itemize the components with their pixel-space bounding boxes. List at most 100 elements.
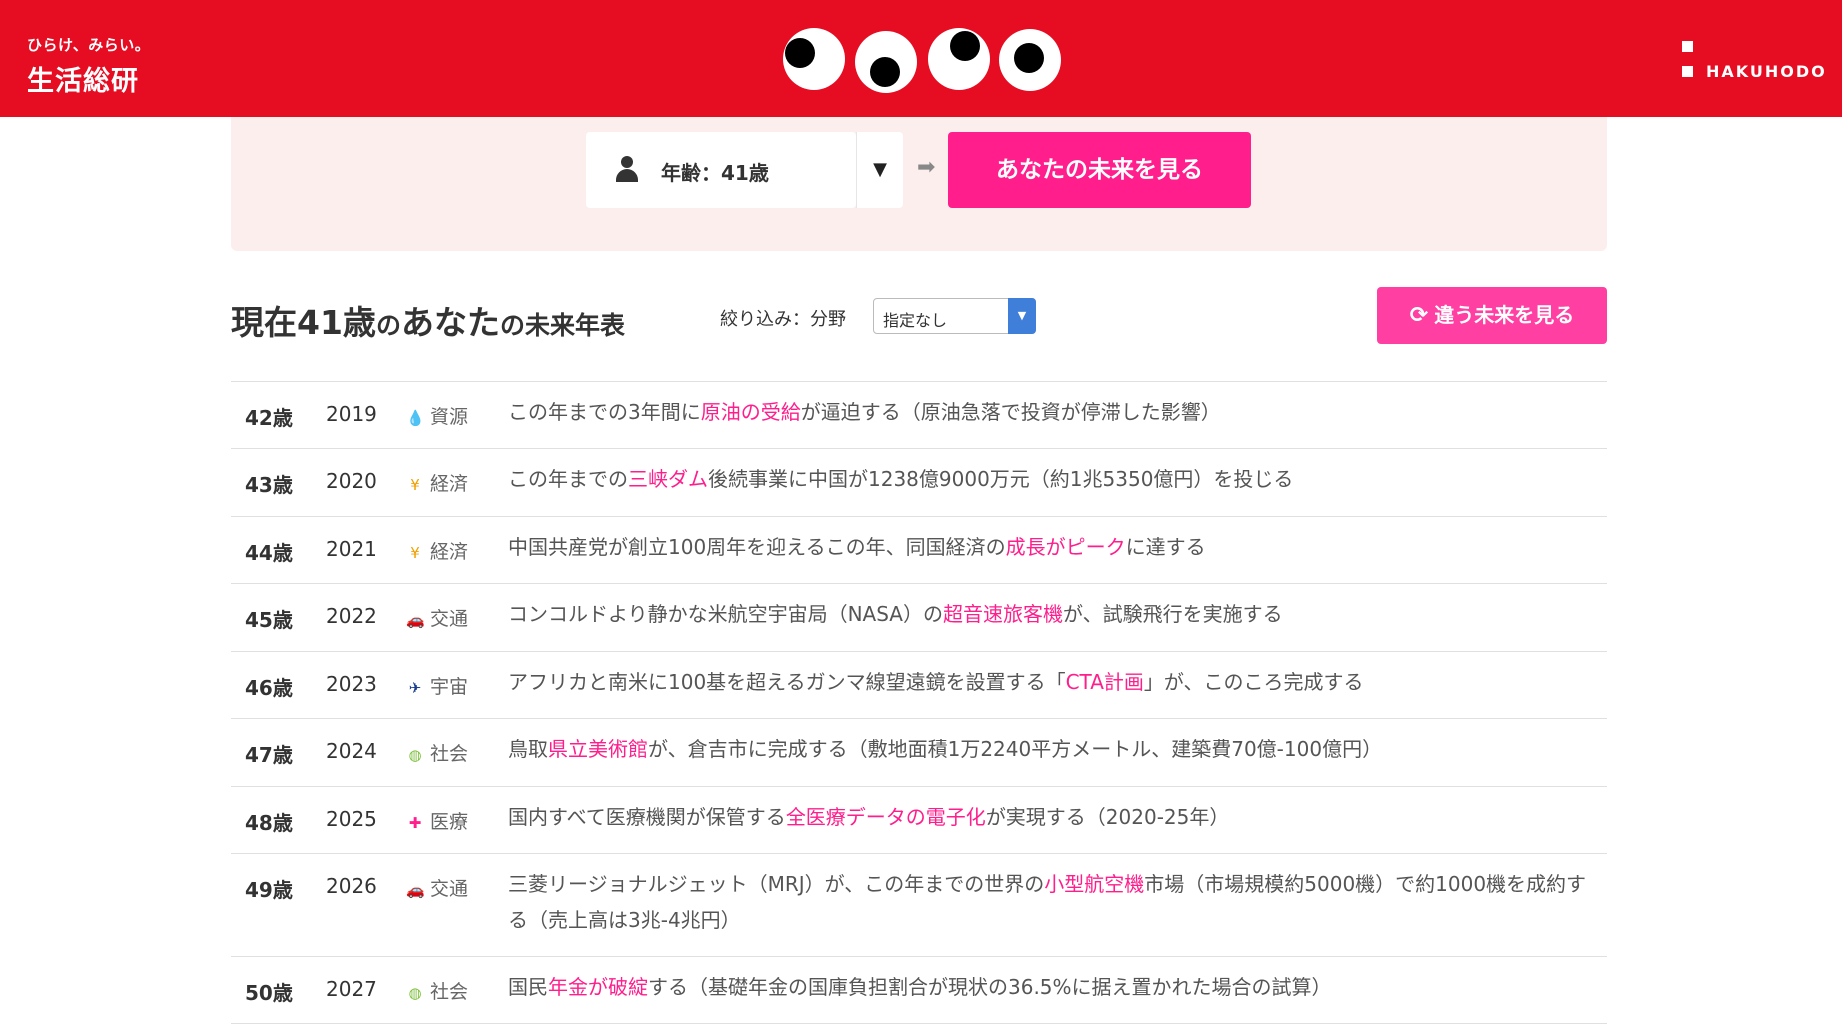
row-description: 中国共産党が創立100周年を迎えるこの年、同国経済の成長がピークに達する bbox=[508, 529, 1603, 565]
table-row: 47歳 2024 ◍ 社会 鳥取県立美術館が、倉吉市に完成する（敷地面積1万2240平方… bbox=[231, 719, 1607, 787]
row-text: に達する bbox=[1125, 535, 1206, 559]
row-description: アフリカと南米に100基を超えるガンマ線望遠鏡を設置する「CTA計画」が、このこ… bbox=[508, 664, 1603, 700]
page-title: 現在41歳のあなたの未来年表 bbox=[231, 296, 625, 344]
car-icon: 🚗 bbox=[406, 881, 425, 899]
table-row: 48歳 2025 ✚ 医療 国内すべて医療機関が保管する全医療データの電子化が実現する（… bbox=[231, 787, 1607, 854]
row-highlight-link[interactable]: 年金が破綻 bbox=[548, 975, 648, 999]
company-name: HAKUHODO bbox=[1706, 62, 1827, 81]
age-selector-panel: 年齢：41歳 ▼ ➡ あなたの未来を見る bbox=[231, 117, 1607, 251]
row-text: 」が、このころ完成する bbox=[1143, 670, 1364, 694]
row-age: 49歳 bbox=[245, 878, 293, 902]
table-row: 44歳 2021 ¥ 経済 中国共産党が創立100周年を迎えるこの年、同国経済の成長がピ… bbox=[231, 517, 1607, 584]
alt-button-label: 違う未来を見る bbox=[1434, 303, 1575, 327]
rocket-icon: ✈ bbox=[408, 679, 422, 697]
row-category-label: 経済 bbox=[430, 473, 469, 495]
row-category: 💧 資源 bbox=[406, 402, 468, 429]
row-text: 中国共産党が創立100周年を迎えるこの年、同国経済の bbox=[508, 535, 1006, 559]
eye-icon bbox=[855, 31, 917, 93]
row-category-label: 資源 bbox=[430, 406, 469, 428]
title-suffix: の未来年表 bbox=[499, 311, 625, 340]
row-category-label: 宇宙 bbox=[430, 676, 469, 698]
title-age: 現在41歳 bbox=[231, 303, 376, 342]
row-description: 三菱リージョナルジェット（MRJ）が、この年までの世界の小型航空機市場（市場規模… bbox=[508, 866, 1603, 938]
row-highlight-link[interactable]: 小型航空機 bbox=[1044, 872, 1144, 896]
row-text: アフリカと南米に100基を超えるガンマ線望遠鏡を設置する「 bbox=[508, 670, 1066, 694]
table-row: 46歳 2023 ✈ 宇宙 アフリカと南米に100基を超えるガンマ線望遠鏡を設置する「C… bbox=[231, 652, 1607, 719]
eye-icon bbox=[783, 28, 845, 90]
row-text: する（基礎年金の国庫負担割合が現状の36.5%に据え置かれた場合の試算） bbox=[648, 975, 1332, 999]
row-highlight-link[interactable]: 全医療データの電子化 bbox=[786, 805, 986, 829]
row-year: 2022 bbox=[326, 604, 377, 628]
row-year: 2023 bbox=[326, 672, 377, 696]
eye-icon bbox=[999, 29, 1061, 91]
logo[interactable]: ひらけ、みらい。 生活総研 bbox=[27, 34, 150, 98]
row-category-label: 交通 bbox=[430, 608, 469, 630]
row-category-label: 社会 bbox=[430, 981, 469, 1003]
row-highlight-link[interactable]: 成長がピーク bbox=[1006, 535, 1126, 559]
row-highlight-link[interactable]: 超音速旅客機 bbox=[943, 602, 1063, 626]
hakuhodo-logo[interactable]: HAKUHODO bbox=[1682, 40, 1825, 81]
see-future-button[interactable]: あなたの未来を見る bbox=[948, 132, 1251, 208]
row-text: 三菱リージョナルジェット（MRJ）が、この年までの世界の bbox=[508, 872, 1045, 896]
row-description: この年までの3年間に原油の受給が逼迫する（原油急落で投資が停滞した影響） bbox=[508, 394, 1603, 430]
row-age: 44歳 bbox=[245, 541, 293, 565]
car-icon: 🚗 bbox=[406, 611, 425, 629]
row-category-label: 社会 bbox=[430, 743, 469, 765]
table-row: 49歳 2026 🚗 交通 三菱リージョナルジェット（MRJ）が、この年までの世界の小型… bbox=[231, 854, 1607, 957]
row-age: 50歳 bbox=[245, 981, 293, 1005]
globe-icon: ◍ bbox=[408, 984, 422, 1002]
yen-icon: ¥ bbox=[410, 544, 420, 562]
row-text: この年までの bbox=[508, 467, 628, 491]
age-select[interactable]: 年齢：41歳 bbox=[586, 132, 856, 208]
person-icon bbox=[616, 156, 638, 182]
refresh-icon: ⟳ bbox=[1409, 303, 1429, 328]
row-text: が、試験飛行を実施する bbox=[1063, 602, 1283, 626]
chevron-down-icon[interactable]: ▼ bbox=[1008, 298, 1036, 334]
arrow-right-icon: ➡ bbox=[917, 155, 936, 180]
title-anata: あなた bbox=[400, 303, 500, 342]
category-filter-select[interactable]: 指定なし ▼ bbox=[873, 298, 1036, 334]
row-category: ¥ 経済 bbox=[406, 537, 468, 564]
row-category-label: 経済 bbox=[430, 541, 469, 563]
row-highlight-link[interactable]: 原油の受給 bbox=[701, 400, 801, 424]
row-category: 🚗 交通 bbox=[406, 604, 468, 631]
table-row: 50歳 2027 ◍ 社会 国民年金が破綻する（基礎年金の国庫負担割合が現状の36.5%… bbox=[231, 957, 1607, 1024]
row-year: 2025 bbox=[326, 807, 377, 831]
row-text: この年までの3年間に bbox=[508, 400, 701, 424]
row-category-label: 交通 bbox=[430, 878, 469, 900]
eye-icon bbox=[928, 28, 990, 90]
eyes-logo bbox=[783, 28, 1063, 93]
site-header: ひらけ、みらい。 生活総研 HAKUHODO bbox=[0, 0, 1842, 117]
yen-icon: ¥ bbox=[410, 476, 420, 494]
row-category: ◍ 社会 bbox=[406, 977, 468, 1004]
row-year: 2021 bbox=[326, 537, 377, 561]
logo-name: 生活総研 bbox=[27, 66, 139, 97]
future-timeline-table: 42歳 2019 💧 資源 この年までの3年間に原油の受給が逼迫する（原油急落で投資が停… bbox=[231, 381, 1607, 1024]
row-text: 国民 bbox=[508, 975, 548, 999]
row-category: ✈ 宇宙 bbox=[406, 672, 468, 699]
table-row: 43歳 2020 ¥ 経済 この年までの三峡ダム後続事業に中国が1238億9000万元（… bbox=[231, 449, 1607, 517]
row-age: 43歳 bbox=[245, 473, 293, 497]
row-description: コンコルドより静かな米航空宇宙局（NASA）の超音速旅客機が、試験飛行を実施する bbox=[508, 596, 1603, 632]
filter-label: 絞り込み：分野 bbox=[720, 309, 846, 330]
age-select-value: 年齢：41歳 bbox=[661, 161, 769, 185]
row-text: が実現する（2020-25年） bbox=[985, 805, 1230, 829]
row-description: 鳥取県立美術館が、倉吉市に完成する（敷地面積1万2240平方メートル、建築費70… bbox=[508, 731, 1603, 767]
row-text: が逼迫する（原油急落で投資が停滞した影響） bbox=[800, 400, 1221, 424]
globe-icon: ◍ bbox=[408, 746, 422, 764]
table-row: 42歳 2019 💧 資源 この年までの3年間に原油の受給が逼迫する（原油急落で投資が停… bbox=[231, 382, 1607, 449]
drop-icon: 💧 bbox=[406, 409, 425, 427]
see-other-future-button[interactable]: ⟳ 違う未来を見る bbox=[1377, 287, 1607, 344]
row-text: 鳥取 bbox=[508, 737, 548, 761]
row-highlight-link[interactable]: 県立美術館 bbox=[548, 737, 648, 761]
age-dropdown-button[interactable]: ▼ bbox=[856, 132, 903, 208]
row-description: 国内すべて医療機関が保管する全医療データの電子化が実現する（2020-25年） bbox=[508, 799, 1603, 835]
row-highlight-link[interactable]: 三峡ダム bbox=[628, 467, 708, 491]
row-highlight-link[interactable]: CTA計画 bbox=[1066, 670, 1144, 694]
title-particle: の bbox=[375, 311, 401, 340]
row-text: 国内すべて医療機関が保管する bbox=[508, 805, 786, 829]
row-age: 47歳 bbox=[245, 743, 293, 767]
row-description: この年までの三峡ダム後続事業に中国が1238億9000万元（約1兆5350億円）… bbox=[508, 461, 1603, 497]
row-category: 🚗 交通 bbox=[406, 874, 468, 901]
row-text: が、倉吉市に完成する（敷地面積1万2240平方メートル、建築費70億-100億円… bbox=[648, 737, 1383, 761]
